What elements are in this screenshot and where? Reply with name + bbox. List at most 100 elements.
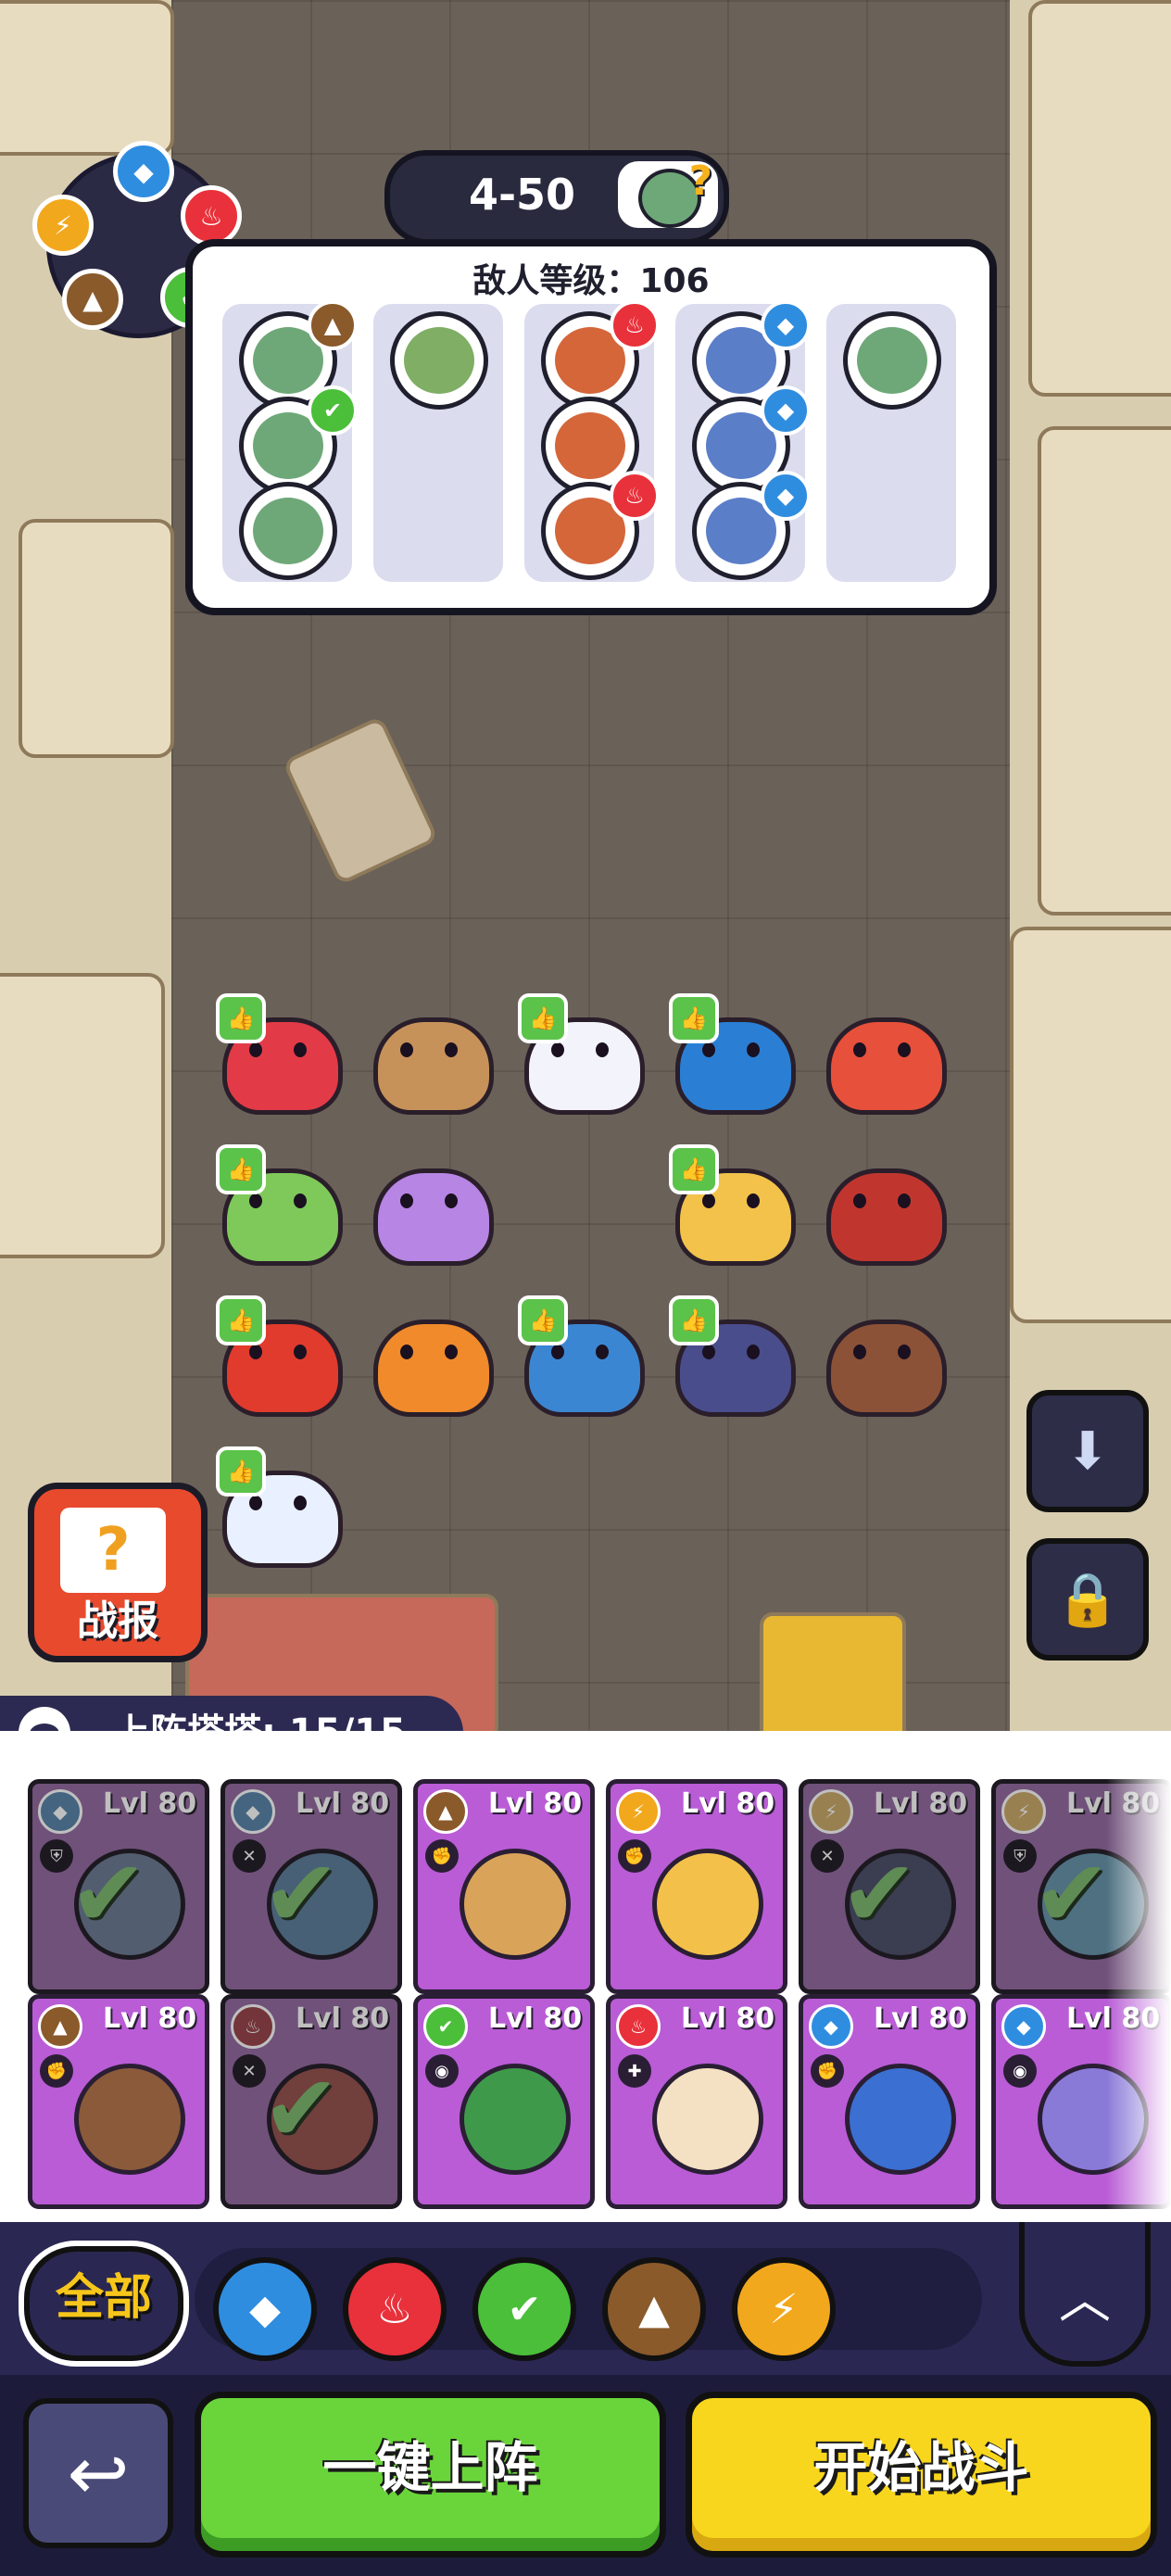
eye-role-icon: ◉ xyxy=(1003,2054,1037,2088)
battle-report-button[interactable]: ? 战报 xyxy=(28,1483,208,1662)
enemy-portrait[interactable] xyxy=(239,482,337,580)
enemy-portrait[interactable] xyxy=(390,311,488,410)
card-level: Lvl 80 xyxy=(874,2002,968,2035)
thumbs-up-badge-icon: 👍 xyxy=(669,1144,719,1194)
start-battle-label: 开始战斗 xyxy=(813,2436,1029,2499)
earth-element-badge: ▲ xyxy=(308,300,358,350)
shield-role-icon: ⛨ xyxy=(40,1839,73,1873)
left-wall-block xyxy=(0,973,165,1258)
bowl-tower[interactable] xyxy=(812,1152,951,1266)
eyes xyxy=(397,1042,461,1057)
start-battle-button[interactable]: 开始战斗 xyxy=(686,2392,1157,2557)
pet-portrait xyxy=(652,2064,763,2175)
filter-thunder-button[interactable]: ⚡ xyxy=(732,2257,836,2361)
warthog-sprite xyxy=(826,1320,947,1417)
tower-card[interactable]: ♨ Lvl 80 ✕ ✔ xyxy=(220,1994,402,2209)
dagger-role-icon: ✕ xyxy=(233,1839,266,1873)
tower-card[interactable]: ✔ Lvl 80 ◉ xyxy=(413,1994,595,2209)
nature-element-icon: ✔ xyxy=(423,2004,468,2049)
card-level: Lvl 80 xyxy=(103,1787,197,1820)
lock-icon: 🔒 xyxy=(1055,1570,1120,1630)
water-element-badge: ◆ xyxy=(761,300,811,350)
filter-all-button[interactable]: 全部 xyxy=(19,2241,189,2367)
filter-earth-button[interactable]: ▲ xyxy=(602,2257,706,2361)
water-element-icon: ◆ xyxy=(38,1789,82,1834)
enemy-portrait[interactable] xyxy=(843,311,941,410)
tower-card[interactable]: ⚡ Lvl 80 ✊ xyxy=(606,1779,787,1994)
right-wall-block xyxy=(1038,426,1171,915)
zombie-face-icon xyxy=(555,412,625,479)
filter-nature-button[interactable]: ✔ xyxy=(472,2257,576,2361)
enemy-column: ♨ ♨ xyxy=(524,300,660,582)
thunder-element-icon: ⚡ xyxy=(809,1789,853,1834)
tower-card[interactable]: ▲ Lvl 80 ✊ xyxy=(28,1994,209,2209)
download-lineup-button[interactable]: ⬇ xyxy=(1026,1390,1149,1512)
card-level: Lvl 80 xyxy=(103,2002,197,2035)
back-button[interactable]: ↩ xyxy=(23,2398,173,2548)
heal-role-icon: ✚ xyxy=(618,2054,651,2088)
tower-card[interactable]: ▲ Lvl 80 ✊ xyxy=(413,1779,595,1994)
thunder-element-icon: ⚡ xyxy=(32,195,94,256)
hedgehog-sprite xyxy=(373,1017,494,1115)
stage-label: 4-50 xyxy=(468,170,576,220)
cat-tower[interactable] xyxy=(812,1001,951,1115)
eyes xyxy=(850,1345,914,1359)
stage-indicator: 4-50 ? xyxy=(384,150,729,245)
zombie-boss-icon[interactable]: ? xyxy=(618,158,718,228)
fire-fox-tower[interactable] xyxy=(359,1303,498,1417)
scroll-fade xyxy=(1106,1731,1171,2222)
clipboard-icon: ? xyxy=(60,1508,166,1593)
lock-lineup-button[interactable]: 🔒 xyxy=(1026,1538,1149,1661)
water-element-icon: ◆ xyxy=(1001,2004,1046,2049)
water-element-icon: ◆ xyxy=(231,1789,275,1834)
eyes xyxy=(397,1193,461,1208)
card-level: Lvl 80 xyxy=(296,1787,390,1820)
filter-water-button[interactable]: ◆ xyxy=(213,2257,317,2361)
download-icon: ⬇ xyxy=(1065,1421,1110,1482)
collapse-panel-button[interactable]: ︿ xyxy=(1019,2222,1151,2367)
tower-card[interactable]: ◆ Lvl 80 ⛨ ✔ xyxy=(28,1779,209,1994)
card-level: Lvl 80 xyxy=(488,2002,583,2035)
filter-all-label: 全部 xyxy=(55,2270,152,2326)
tower-card[interactable]: ◆ Lvl 80 ✕ ✔ xyxy=(220,1779,402,1994)
cat-sprite xyxy=(826,1017,947,1115)
thumbs-up-badge-icon: 👍 xyxy=(216,993,266,1043)
eyes xyxy=(699,1042,763,1057)
enemy-column: ▲ ✔ xyxy=(222,300,358,582)
tower-card[interactable]: ◆ Lvl 80 ✊ xyxy=(799,1994,980,2209)
fire-element-badge: ♨ xyxy=(610,300,660,350)
eyes xyxy=(699,1345,763,1359)
right-wall-block xyxy=(1028,0,1171,397)
enemy-level-text: 敌人等级：106 xyxy=(472,262,710,300)
fist-role-icon: ✊ xyxy=(40,2054,73,2088)
purple-spirit-tower[interactable] xyxy=(359,1152,498,1266)
filter-fire-button[interactable]: ♨ xyxy=(343,2257,447,2361)
deployed-check-icon: ✔ xyxy=(1033,1839,1111,1948)
hedgehog-tower[interactable] xyxy=(359,1001,498,1115)
thumbs-up-badge-icon: 👍 xyxy=(518,1295,568,1345)
warthog-tower[interactable] xyxy=(812,1303,951,1417)
tower-card[interactable]: ⚡ Lvl 80 ✕ ✔ xyxy=(799,1779,980,1994)
earth-element-icon: ▲ xyxy=(62,269,123,330)
yellow-barrel xyxy=(760,1612,906,1733)
water-element-badge: ◆ xyxy=(761,385,811,436)
eyes xyxy=(548,1042,612,1057)
fist-role-icon: ✊ xyxy=(618,1839,651,1873)
purple-spirit-sprite xyxy=(373,1168,494,1266)
tower-card[interactable]: ♨ Lvl 80 ✚ xyxy=(606,1994,787,2209)
eyes xyxy=(246,1042,310,1057)
pet-portrait xyxy=(652,1849,763,1960)
eyes xyxy=(548,1345,612,1359)
dagger-role-icon: ✕ xyxy=(233,2054,266,2088)
thumbs-up-badge-icon: 👍 xyxy=(216,1446,266,1496)
fire-fox-sprite xyxy=(373,1320,494,1417)
dagger-role-icon: ✕ xyxy=(811,1839,844,1873)
eyes xyxy=(246,1345,310,1359)
card-level: Lvl 80 xyxy=(874,1787,968,1820)
pet-portrait xyxy=(845,2064,956,2175)
pet-portrait xyxy=(460,2064,571,2175)
eyes xyxy=(850,1193,914,1208)
auto-deploy-button[interactable]: 一键上阵 xyxy=(195,2392,666,2557)
eyes xyxy=(699,1193,763,1208)
enemy-column xyxy=(373,304,503,582)
